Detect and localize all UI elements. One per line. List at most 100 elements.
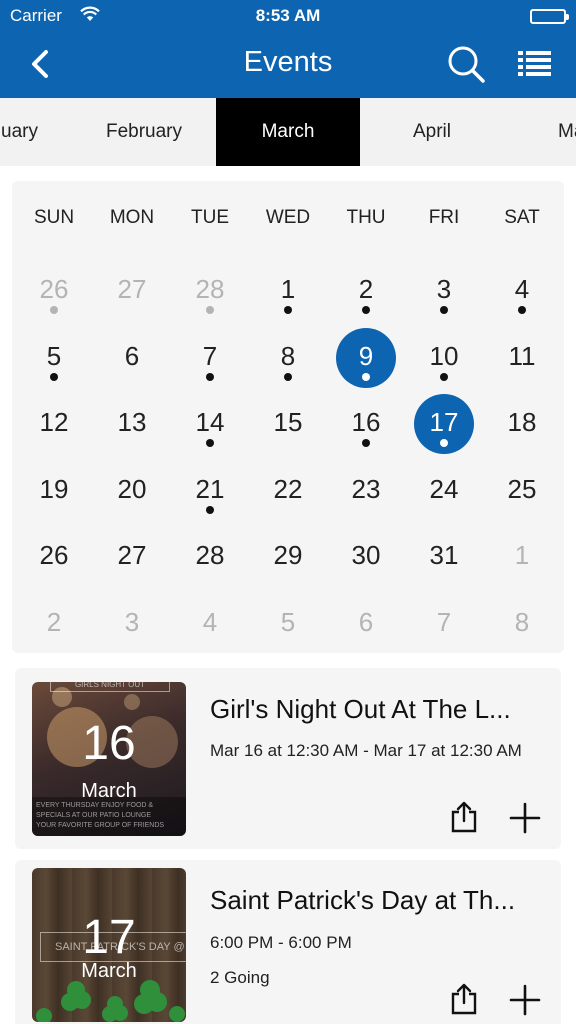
calendar-day[interactable]: 14 bbox=[171, 388, 249, 454]
calendar-day[interactable]: 12 bbox=[15, 388, 93, 454]
calendar-day[interactable]: 8 bbox=[249, 322, 327, 388]
calendar-day[interactable]: 3 bbox=[93, 588, 171, 654]
calendar-day[interactable]: 26 bbox=[15, 521, 93, 587]
day-number: 15 bbox=[273, 407, 303, 437]
calendar-day[interactable]: 2 bbox=[15, 588, 93, 654]
search-button[interactable] bbox=[444, 44, 488, 84]
calendar-day[interactable]: 24 bbox=[405, 455, 483, 521]
event-indicator-dot bbox=[206, 439, 214, 447]
day-number: 6 bbox=[358, 606, 374, 637]
share-button[interactable] bbox=[449, 800, 479, 834]
calendar-day[interactable]: 10 bbox=[405, 322, 483, 388]
calendar-day[interactable]: 1 bbox=[249, 255, 327, 321]
calendar-day[interactable]: 4 bbox=[171, 588, 249, 654]
thumbnail-caption: EVERY THURSDAY ENJOY FOOD & bbox=[36, 802, 154, 809]
weekday-label: SAT bbox=[504, 207, 540, 228]
day-number: 16 bbox=[351, 407, 381, 437]
month-tab[interactable]: uary bbox=[0, 98, 72, 166]
calendar-day-selected[interactable]: 17 bbox=[405, 388, 483, 454]
day-number: 11 bbox=[508, 340, 536, 371]
event-card[interactable]: SAINT PATRICK'S DAY @ T 17 March Saint P… bbox=[15, 860, 561, 1024]
day-number: 8 bbox=[514, 606, 530, 637]
event-card[interactable]: GIRLS NIGHT OUT EVERY THURSDAY ENJOY FOO… bbox=[15, 668, 561, 849]
share-icon bbox=[451, 801, 477, 833]
share-button[interactable] bbox=[449, 982, 479, 1016]
weekday-label: MON bbox=[109, 207, 155, 228]
day-number: 10 bbox=[429, 340, 459, 371]
calendar-day[interactable]: 13 bbox=[93, 388, 171, 454]
calendar-day[interactable]: 3 bbox=[405, 255, 483, 321]
calendar-day[interactable]: 4 bbox=[483, 255, 561, 321]
add-event-button[interactable] bbox=[509, 984, 541, 1016]
weekday-label: THU bbox=[346, 207, 386, 228]
thumbnail-caption: SPECIALS AT OUR PATIO LOUNGE bbox=[36, 812, 152, 819]
calendar-day[interactable]: 7 bbox=[405, 588, 483, 654]
calendar-day[interactable]: 5 bbox=[249, 588, 327, 654]
list-view-button[interactable] bbox=[512, 44, 556, 84]
calendar-day[interactable]: 22 bbox=[249, 455, 327, 521]
day-number: 4 bbox=[202, 606, 218, 637]
month-tab[interactable]: April bbox=[360, 98, 504, 166]
event-indicator-dot bbox=[518, 306, 526, 314]
month-tab[interactable]: Ma bbox=[504, 98, 576, 166]
calendar-day[interactable]: 31 bbox=[405, 521, 483, 587]
calendar-day-selected[interactable]: 9 bbox=[327, 322, 405, 388]
calendar-day[interactable]: 26 bbox=[15, 255, 93, 321]
weekday-label: TUE bbox=[191, 207, 229, 228]
event-indicator-dot bbox=[284, 306, 292, 314]
day-number: 26 bbox=[39, 274, 69, 304]
add-event-button[interactable] bbox=[509, 802, 541, 834]
weekday-label: WED bbox=[265, 207, 311, 228]
day-number: 19 bbox=[39, 473, 69, 504]
calendar-day[interactable]: 19 bbox=[15, 455, 93, 521]
event-title[interactable]: Saint Patrick's Day at Th... bbox=[210, 885, 540, 916]
day-number: 28 bbox=[195, 540, 225, 570]
calendar-day[interactable]: 25 bbox=[483, 455, 561, 521]
day-number: 20 bbox=[117, 473, 147, 504]
event-time: 6:00 PM - 6:00 PM bbox=[210, 933, 352, 952]
calendar-day[interactable]: 29 bbox=[249, 521, 327, 587]
day-number: 8 bbox=[280, 340, 296, 371]
calendar-day[interactable]: 20 bbox=[93, 455, 171, 521]
calendar-day[interactable]: 18 bbox=[483, 388, 561, 454]
calendar-day[interactable]: 28 bbox=[171, 521, 249, 587]
calendar-day[interactable]: 30 bbox=[327, 521, 405, 587]
calendar-day[interactable]: 21 bbox=[171, 455, 249, 521]
month-selector: uaryFebruaryMarchAprilMa bbox=[0, 98, 576, 166]
calendar-day[interactable]: 23 bbox=[327, 455, 405, 521]
day-number: 3 bbox=[124, 606, 140, 637]
calendar-day[interactable]: 5 bbox=[15, 322, 93, 388]
calendar-day[interactable]: 7 bbox=[171, 322, 249, 388]
event-title[interactable]: Girl's Night Out At The L... bbox=[210, 694, 540, 725]
calendar-day[interactable]: 28 bbox=[171, 255, 249, 321]
calendar-day[interactable]: 6 bbox=[327, 588, 405, 654]
calendar-day[interactable]: 15 bbox=[249, 388, 327, 454]
calendar-day[interactable]: 27 bbox=[93, 521, 171, 587]
day-number: 2 bbox=[358, 274, 374, 304]
calendar-day[interactable]: 2 bbox=[327, 255, 405, 321]
month-tab[interactable]: February bbox=[72, 98, 216, 166]
day-number: 9 bbox=[358, 340, 374, 371]
event-month: March bbox=[81, 780, 137, 802]
event-time: Mar 16 at 12:30 AM - Mar 17 at 12:30 AM bbox=[210, 741, 522, 760]
clock: 8:53 AM bbox=[255, 6, 321, 25]
month-tab[interactable]: March bbox=[216, 98, 360, 166]
day-number: 7 bbox=[436, 606, 452, 637]
calendar-grid: SUN MON TUE WED THU FRI SAT 26 27 28 1 2 3 4 5 6 7 8 9 10 11… bbox=[12, 181, 564, 653]
day-number: 21 bbox=[195, 473, 225, 504]
event-indicator-dot bbox=[440, 439, 448, 447]
day-number: 23 bbox=[351, 473, 381, 504]
list-icon bbox=[518, 51, 551, 76]
day-number: 17 bbox=[429, 407, 459, 437]
calendar-day[interactable]: 11 bbox=[483, 322, 561, 388]
calendar-day[interactable]: 27 bbox=[93, 255, 171, 321]
event-indicator-dot bbox=[206, 306, 214, 314]
event-indicator-dot bbox=[50, 306, 58, 314]
calendar-day[interactable]: 16 bbox=[327, 388, 405, 454]
event-indicator-dot bbox=[50, 372, 58, 381]
battery-icon bbox=[530, 9, 569, 24]
calendar-day[interactable]: 8 bbox=[483, 588, 561, 654]
calendar-day[interactable]: 6 bbox=[93, 322, 171, 388]
day-number: 31 bbox=[429, 540, 459, 570]
calendar-day[interactable]: 1 bbox=[483, 521, 561, 587]
